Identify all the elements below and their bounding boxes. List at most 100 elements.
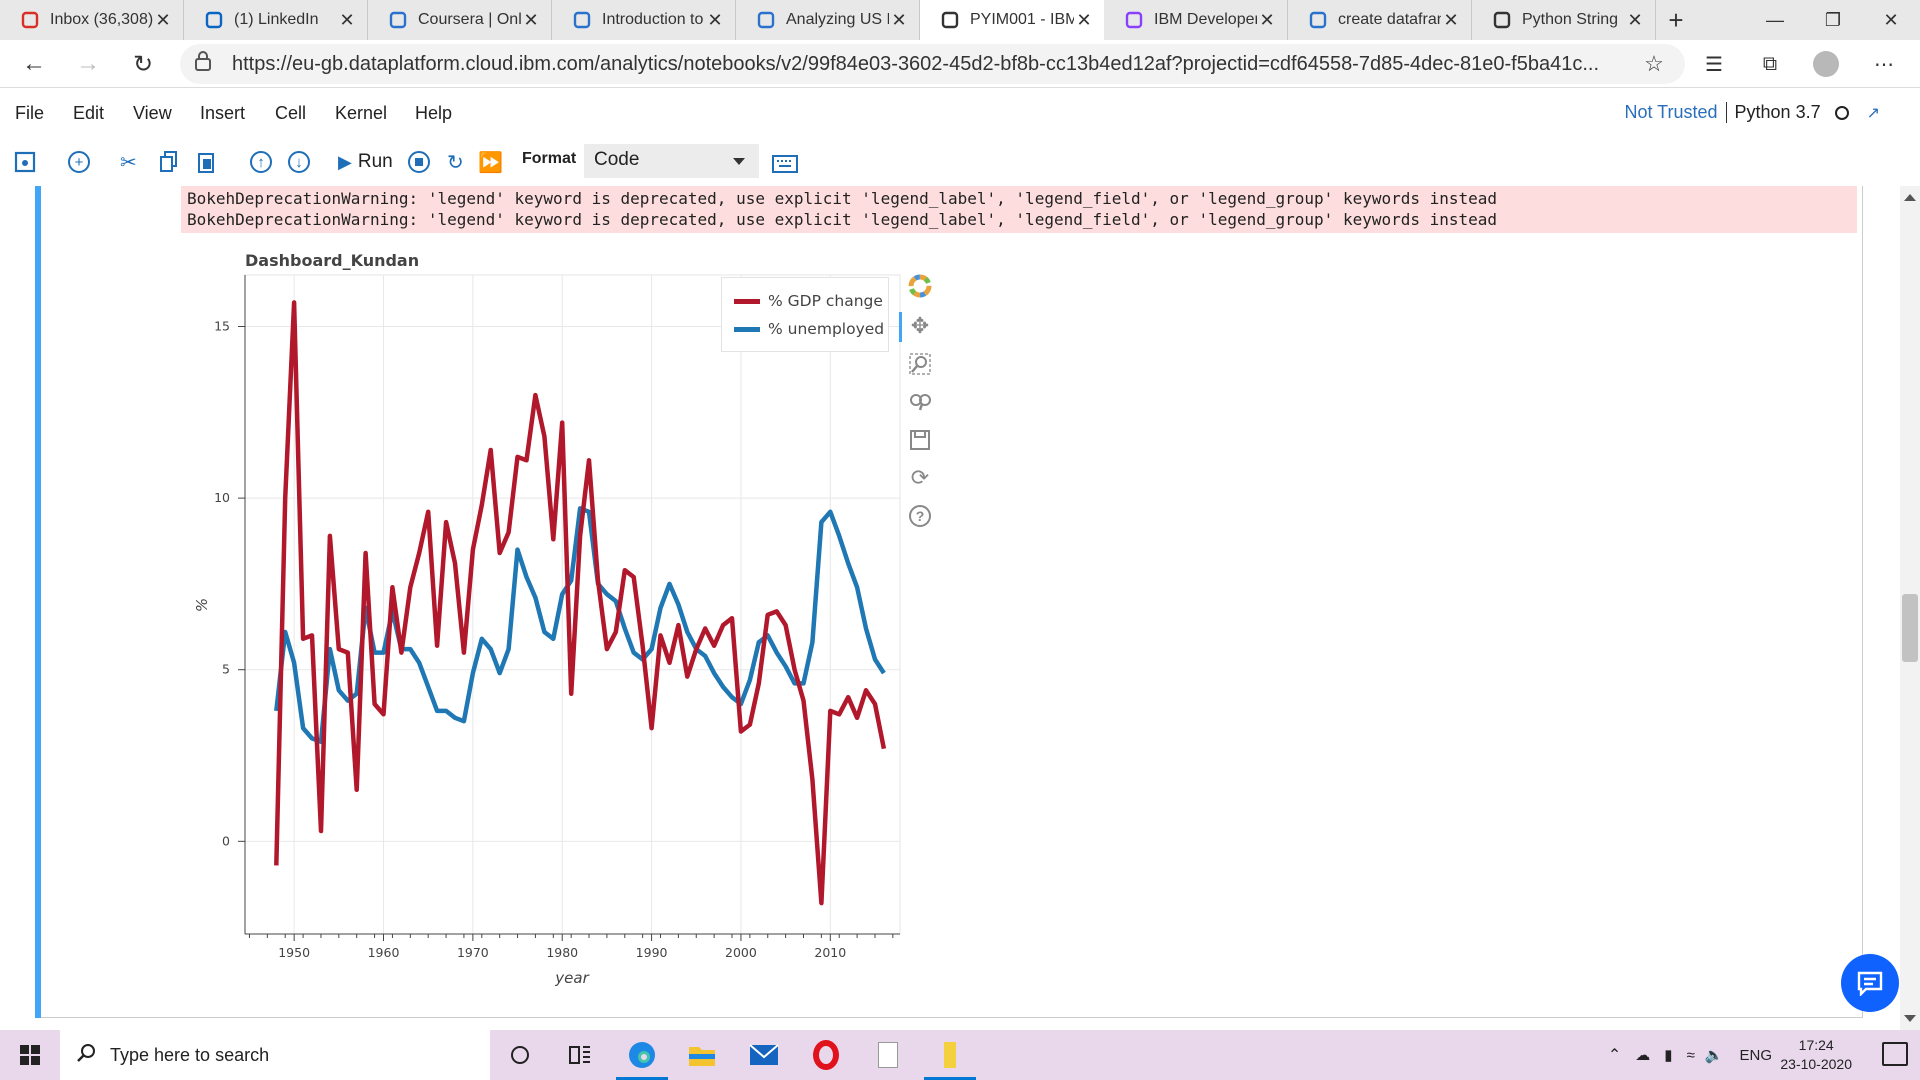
browser-tab[interactable]: PYIM001 - IBM ✕ (920, 0, 1104, 40)
reset-tool-icon[interactable]: ⟳ (906, 464, 934, 492)
legend-swatch (734, 326, 760, 332)
notifications-icon[interactable] (1882, 1042, 1908, 1066)
play-icon: ▶ (338, 151, 352, 172)
browser-tab[interactable]: Introduction to ✕ (552, 0, 736, 40)
chart-title: Dashboard_Kundan (245, 251, 419, 270)
chat-support-button[interactable] (1841, 954, 1899, 1012)
run-button[interactable]: ▶ Run (338, 147, 393, 177)
move-up-icon[interactable]: ↑ (250, 147, 272, 177)
browser-tab[interactable]: (1) LinkedIn ✕ (184, 0, 368, 40)
mail-icon[interactable] (734, 1030, 794, 1080)
bokeh-logo-icon[interactable] (906, 272, 934, 300)
wheel-zoom-tool-icon[interactable] (906, 388, 934, 416)
volume-icon[interactable]: 🔈 (1705, 1046, 1724, 1064)
taskbar-search[interactable]: Type here to search (60, 1030, 490, 1080)
browser-tab[interactable]: IBM Developer ✕ (1104, 0, 1288, 40)
paste-icon[interactable] (197, 147, 215, 177)
series-line-gdp-change (274, 300, 887, 906)
favorite-star-icon[interactable]: ☆ (1636, 46, 1672, 82)
onedrive-icon[interactable]: ☁ (1635, 1046, 1650, 1064)
close-tab-icon[interactable]: ✕ (1074, 10, 1094, 31)
edge-browser-icon[interactable] (612, 1030, 672, 1080)
save-tool-icon[interactable] (906, 426, 934, 454)
language-indicator[interactable]: ENG (1739, 1047, 1772, 1064)
battery-icon[interactable]: ▮ (1664, 1046, 1672, 1064)
chevron-up-icon[interactable]: ⌃ (1608, 1045, 1621, 1065)
cortana-icon[interactable] (490, 1030, 550, 1080)
x-tick-label: 1990 (636, 945, 668, 960)
close-tab-icon[interactable]: ✕ (337, 10, 357, 31)
browser-tab[interactable]: Analyzing US E ✕ (736, 0, 920, 40)
help-tool-icon[interactable]: ? (906, 502, 934, 530)
collections-icon[interactable]: ⧉ (1752, 46, 1788, 82)
wifi-icon[interactable]: ≈ (1687, 1047, 1695, 1064)
new-tab-button[interactable]: + (1656, 0, 1696, 40)
copy-icon[interactable] (160, 147, 178, 177)
forward-arrow-icon[interactable]: → (70, 46, 106, 82)
windows-start-icon[interactable] (0, 1030, 60, 1080)
python-diamond-icon (1492, 10, 1512, 30)
scrollbar-thumb[interactable] (1902, 594, 1918, 662)
close-tab-icon[interactable]: ✕ (153, 10, 173, 31)
save-icon[interactable] (14, 147, 36, 177)
menu-insert[interactable]: Insert (200, 103, 245, 124)
keyboard-shortcuts-icon[interactable] (772, 149, 798, 179)
trust-status-link[interactable]: Not Trusted (1624, 102, 1727, 123)
menu-help[interactable]: Help (415, 103, 452, 124)
box-zoom-tool-icon[interactable] (906, 350, 934, 378)
browser-tab[interactable]: Inbox (36,308) ✕ (0, 0, 184, 40)
interrupt-kernel-icon[interactable] (408, 147, 430, 177)
clock-time: 17:24 (1798, 1037, 1834, 1053)
jupyter-icon (940, 10, 960, 30)
profile-avatar[interactable] (1808, 46, 1844, 82)
minimize-icon[interactable]: — (1746, 0, 1804, 40)
close-tab-icon[interactable]: ✕ (1257, 10, 1277, 31)
clock-date: 23-10-2020 (1780, 1056, 1852, 1072)
browser-tab[interactable]: Python String ✕ (1472, 0, 1656, 40)
menu-edit[interactable]: Edit (73, 103, 104, 124)
task-view-icon[interactable] (550, 1030, 610, 1080)
url-field[interactable]: https://eu-gb.dataplatform.cloud.ibm.com… (180, 44, 1685, 84)
x-tick-label: 1970 (457, 945, 489, 960)
legend-label: % GDP change (768, 292, 883, 310)
expand-icon[interactable]: ↗ (1867, 103, 1880, 123)
restart-run-all-icon[interactable]: ⏩ (478, 147, 503, 177)
move-down-icon[interactable]: ↓ (288, 147, 310, 177)
insert-cell-icon[interactable]: + (68, 147, 90, 177)
restart-kernel-icon[interactable]: ↻ (447, 147, 464, 177)
document-app-icon[interactable] (858, 1030, 918, 1080)
opera-browser-icon[interactable] (796, 1030, 856, 1080)
menu-file[interactable]: File (15, 103, 44, 124)
reload-icon[interactable]: ↻ (125, 46, 161, 82)
tab-title: Analyzing US E (786, 11, 889, 28)
menu-cell[interactable]: Cell (275, 103, 306, 124)
menu-kernel[interactable]: Kernel (335, 103, 387, 124)
legend-item: % GDP change (734, 292, 883, 310)
files-app-icon[interactable] (920, 1030, 980, 1080)
tab-title: Introduction to (602, 11, 704, 28)
browser-tab[interactable]: Coursera | Onli ✕ (368, 0, 552, 40)
format-label: Format (522, 150, 577, 167)
coursera-icon (756, 10, 776, 30)
close-tab-icon[interactable]: ✕ (889, 10, 909, 31)
bing-icon (1308, 10, 1328, 30)
window-controls: — ❐ ✕ (1746, 0, 1920, 40)
more-options-icon[interactable]: ⋯ (1866, 46, 1902, 82)
close-tab-icon[interactable]: ✕ (1441, 10, 1461, 31)
cut-icon[interactable]: ✂ (120, 147, 137, 177)
browser-tab[interactable]: create datafran ✕ (1288, 0, 1472, 40)
scroll-down-icon[interactable] (1904, 1015, 1916, 1022)
scroll-up-icon[interactable] (1904, 194, 1916, 201)
system-clock[interactable]: 17:24 23-10-2020 (1780, 1036, 1852, 1074)
restore-icon[interactable]: ❐ (1804, 0, 1862, 40)
menu-view[interactable]: View (133, 103, 172, 124)
close-tab-icon[interactable]: ✕ (1625, 10, 1645, 31)
favorites-list-icon[interactable]: ☰ (1696, 46, 1732, 82)
close-tab-icon[interactable]: ✕ (705, 10, 725, 31)
back-arrow-icon[interactable]: ← (16, 46, 52, 82)
pan-tool-icon[interactable]: ✥ (906, 312, 934, 340)
close-tab-icon[interactable]: ✕ (521, 10, 541, 31)
close-window-icon[interactable]: ✕ (1862, 0, 1920, 40)
cell-type-dropdown[interactable]: Code (584, 144, 759, 178)
file-explorer-icon[interactable] (672, 1030, 732, 1080)
